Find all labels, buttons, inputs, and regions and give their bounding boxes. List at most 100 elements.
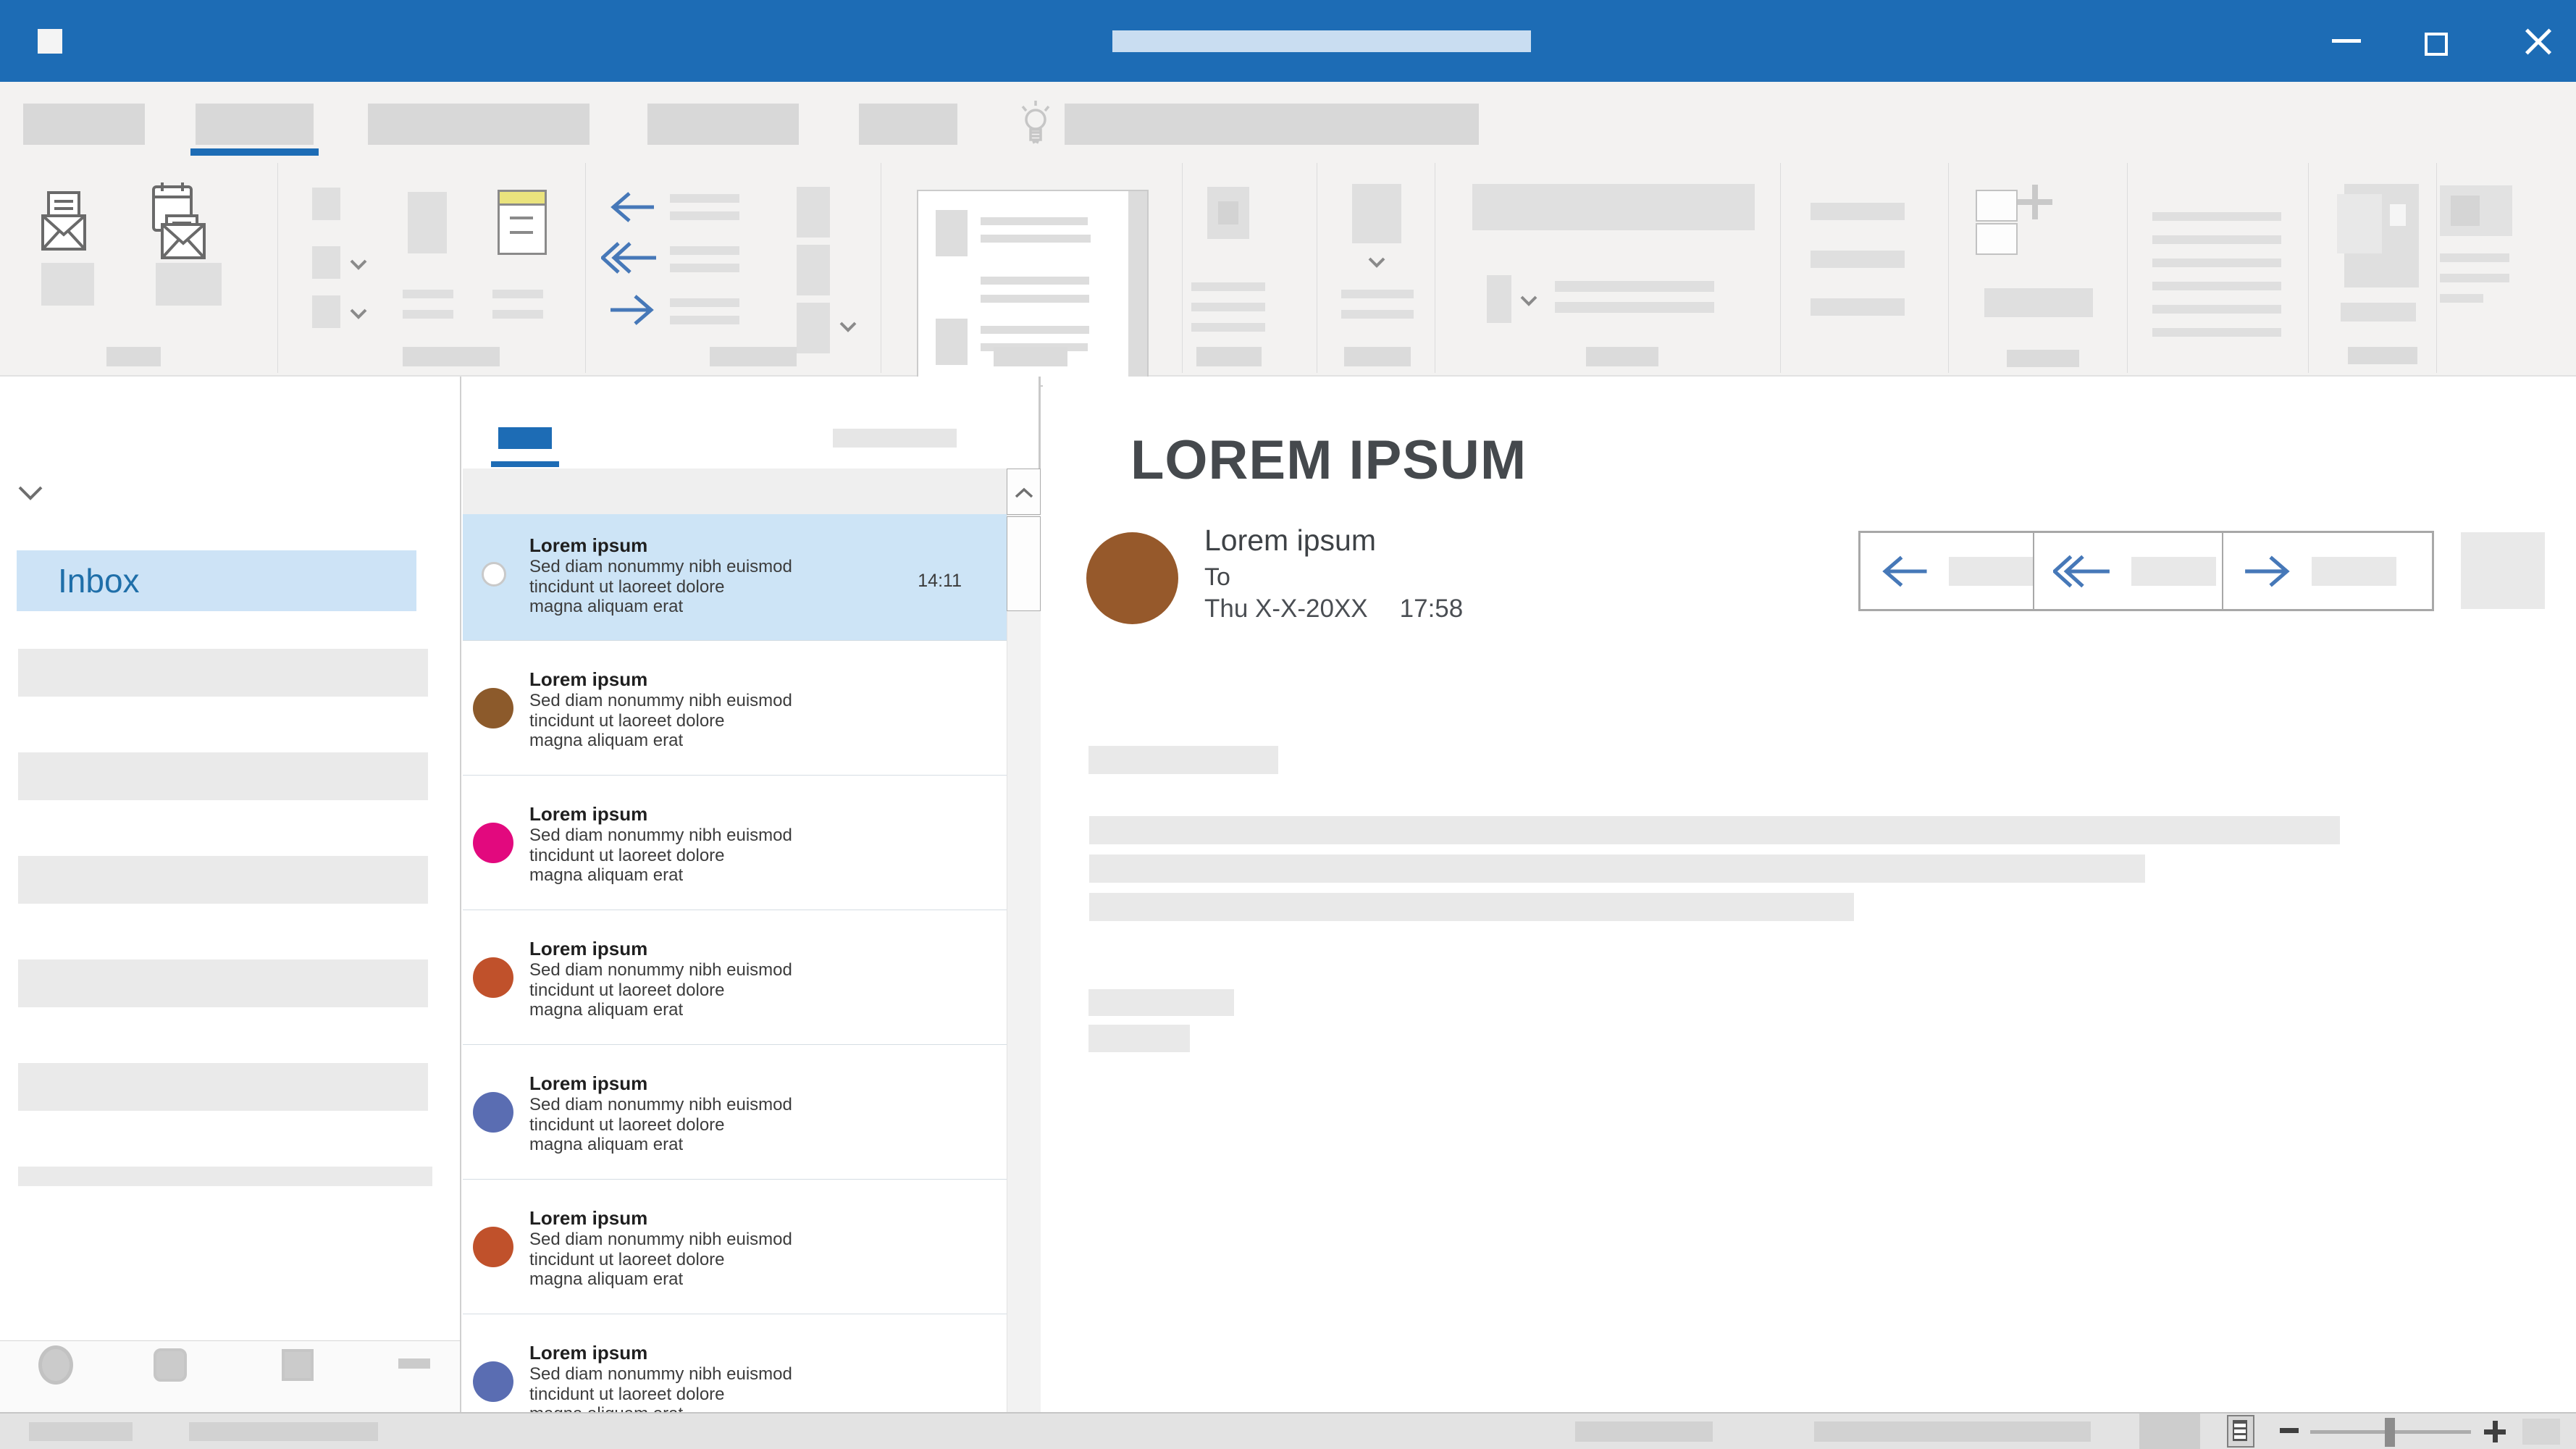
close-button[interactable]	[2507, 0, 2572, 82]
tab-folder[interactable]	[647, 104, 799, 145]
mail-subject: Lorem ipsum	[529, 534, 877, 557]
mail-view-icon[interactable]	[38, 1345, 73, 1385]
meeting-button[interactable]	[797, 187, 830, 238]
status-item-ph	[1814, 1421, 2091, 1442]
chevron-down-icon[interactable]	[1367, 256, 1386, 268]
browse-groups-button[interactable]	[1976, 223, 2018, 255]
sidebar-item-inbox[interactable]: Inbox	[17, 550, 416, 611]
new-items-icon[interactable]	[145, 181, 217, 261]
more-actions-button[interactable]	[2461, 532, 2545, 609]
reply-all-button[interactable]	[2034, 533, 2223, 609]
sidebar-folder-ph[interactable]	[18, 1063, 428, 1111]
unread-read-button[interactable]	[1472, 184, 1755, 230]
sort-by-dropdown[interactable]	[833, 429, 957, 448]
body-placeholder-signature	[1088, 1025, 1190, 1052]
zoom-percent-ph	[2522, 1419, 2560, 1445]
new-group-button[interactable]	[1976, 190, 2018, 222]
reply-all-icon	[2053, 552, 2113, 591]
sidebar-folder-ph[interactable]	[18, 1167, 432, 1186]
minimize-button[interactable]	[2314, 0, 2379, 82]
zoom-out-button[interactable]	[2280, 1428, 2299, 1433]
mail-preview-line: Sed diam nonummy nibh euismod	[529, 826, 877, 846]
tab-file[interactable]	[23, 104, 145, 145]
response-button-bar	[1858, 531, 2434, 611]
reply-all-label-ph	[2131, 557, 2216, 586]
new-email-button-label-ph[interactable]	[41, 263, 94, 306]
mail-list-item[interactable]: Lorem ipsum Sed diam nonummy nibh euismo…	[463, 1045, 1007, 1180]
new-items-button-label-ph[interactable]	[156, 263, 222, 306]
app-menu-icon[interactable]	[38, 29, 62, 54]
mail-preview-line: magna aliquam erat	[529, 1269, 877, 1290]
people-view-icon[interactable]	[282, 1349, 314, 1381]
sticky-note-icon[interactable]	[498, 190, 547, 255]
chevron-down-icon[interactable]	[839, 321, 857, 332]
list-scrollbar-thumb[interactable]	[1007, 516, 1041, 611]
mail-preview-line: tincidunt ut laoreet dolore	[529, 711, 877, 731]
body-placeholder-line	[1089, 854, 2145, 883]
collapse-chevron-icon[interactable]	[17, 485, 43, 501]
mail-preview-line: tincidunt ut laoreet dolore	[529, 1385, 877, 1405]
forward-icon[interactable]	[608, 293, 657, 327]
restore-button[interactable]	[2404, 0, 2470, 82]
cleanup-button[interactable]	[312, 246, 340, 279]
reply-icon	[1879, 553, 1930, 589]
reply-button[interactable]	[1860, 533, 2034, 609]
tab-home-selected[interactable]	[196, 104, 314, 145]
minimize-icon	[2332, 39, 2361, 43]
group-label-move	[1196, 347, 1262, 366]
forward-button[interactable]	[2223, 533, 2431, 609]
status-item-ph	[1575, 1421, 1713, 1442]
ignore-button[interactable]	[312, 188, 340, 220]
sidebar-folder-ph[interactable]	[18, 649, 428, 697]
zoom-in-button[interactable]	[2484, 1421, 2506, 1442]
chevron-down-icon[interactable]	[1519, 295, 1538, 306]
unread-indicator-icon[interactable]	[482, 562, 506, 587]
reply-icon[interactable]	[608, 190, 657, 224]
mail-preview-line: magna aliquam erat	[529, 1404, 877, 1412]
sidebar-folder-ph[interactable]	[18, 752, 428, 800]
mail-list-item[interactable]: Lorem ipsum Sed diam nonummy nibh euismo…	[463, 776, 1007, 910]
mail-list-item-selected[interactable]: Lorem ipsum Sed diam nonummy nibh euismo…	[463, 514, 1007, 641]
mail-preview-line: tincidunt ut laoreet dolore	[529, 980, 877, 1001]
tab-send-receive[interactable]	[368, 104, 590, 145]
message-subject: LOREM IPSUM	[1130, 429, 1527, 492]
sidebar-folder-ph[interactable]	[18, 959, 428, 1007]
im-button[interactable]	[797, 245, 830, 295]
categorize-button[interactable]	[1487, 275, 1511, 323]
chevron-down-icon[interactable]	[349, 308, 368, 319]
status-segment	[2139, 1414, 2200, 1449]
mail-preview-line: tincidunt ut laoreet dolore	[529, 1115, 877, 1135]
more-views-icon[interactable]	[398, 1358, 430, 1369]
tell-me-search-box[interactable]	[1065, 104, 1479, 145]
lightbulb-icon[interactable]	[1017, 96, 1054, 146]
zoom-slider-thumb[interactable]	[2385, 1418, 2395, 1447]
mail-subject: Lorem ipsum	[529, 803, 877, 826]
mail-list-item[interactable]: Lorem ipsum Sed diam nonummy nibh euismo…	[463, 1180, 1007, 1314]
selected-tab-underline	[190, 148, 319, 156]
mail-list-item[interactable]: Lorem ipsum Sed diam nonummy nibh euismo…	[463, 1314, 1007, 1412]
mail-subject: Lorem ipsum	[529, 938, 877, 960]
junk-button[interactable]	[312, 295, 340, 328]
chevron-down-icon[interactable]	[349, 259, 368, 270]
reading-view-button[interactable]	[2227, 1415, 2254, 1448]
mail-time: 14:11	[918, 571, 962, 592]
mail-list-item[interactable]: Lorem ipsum Sed diam nonummy nibh euismo…	[463, 910, 1007, 1045]
mail-preview-line: magna aliquam erat	[529, 1135, 877, 1155]
reply-all-icon[interactable]	[601, 239, 659, 277]
close-icon	[2522, 33, 2556, 49]
calendar-view-icon[interactable]	[154, 1348, 187, 1382]
new-email-icon[interactable]	[41, 190, 86, 252]
folder-sidebar: Inbox	[0, 377, 461, 1412]
more-respond-button[interactable]	[797, 303, 830, 353]
rules-button[interactable]	[1352, 184, 1401, 243]
list-filter-underline	[491, 461, 559, 467]
sidebar-folder-ph[interactable]	[18, 856, 428, 904]
tab-view[interactable]	[859, 104, 957, 145]
mail-list-item[interactable]: Lorem ipsum Sed diam nonummy nibh euismo…	[463, 641, 1007, 776]
delete-button[interactable]	[408, 192, 447, 253]
scroll-up-button[interactable]	[1007, 469, 1041, 515]
mail-subject: Lorem ipsum	[529, 1207, 877, 1230]
list-filter-tab-selected[interactable]	[498, 427, 552, 449]
group-label-addins	[2348, 347, 2417, 364]
quick-steps-scrollbar[interactable]	[1128, 191, 1147, 385]
